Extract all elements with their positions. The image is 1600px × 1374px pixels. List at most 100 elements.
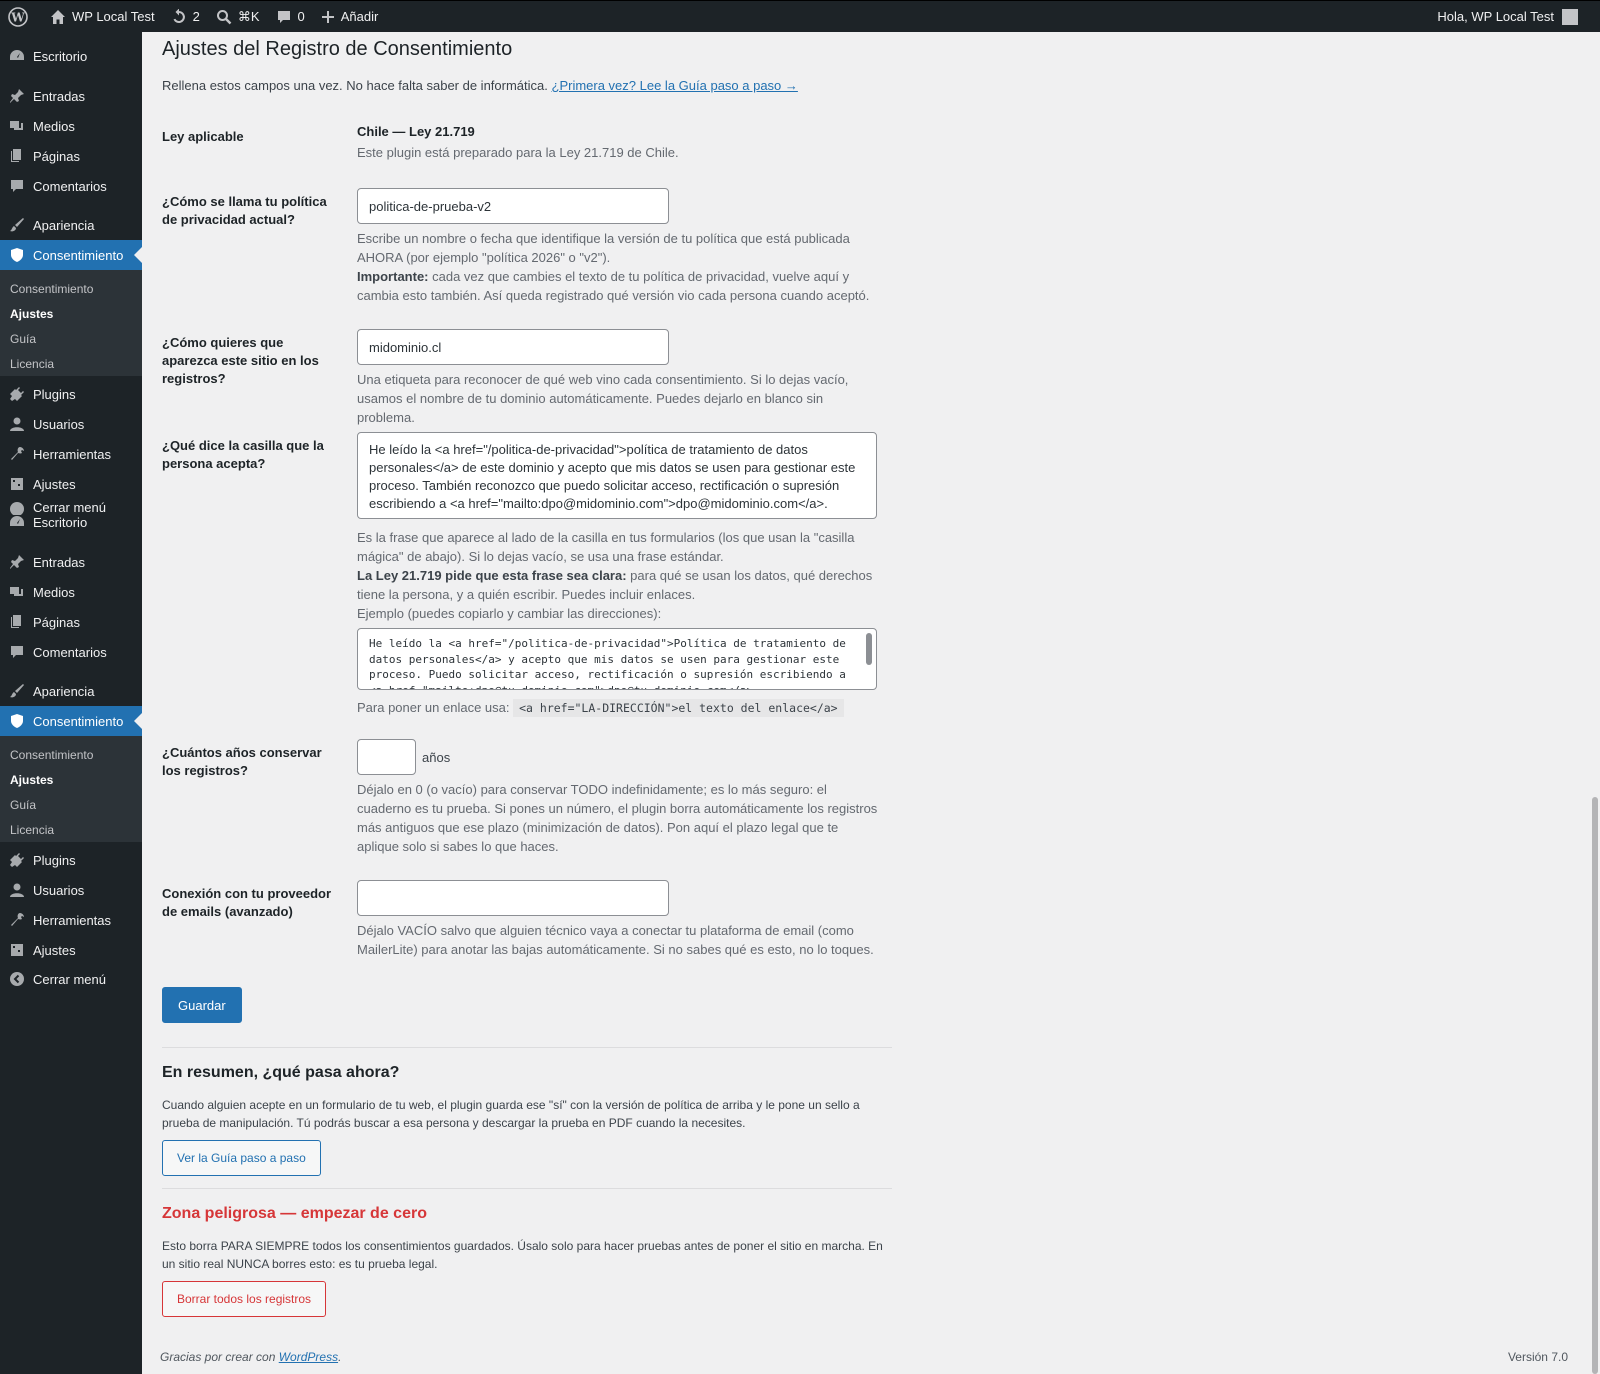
submenu-item-consentimiento[interactable]: Consentimiento — [0, 742, 142, 767]
menu-ajustes[interactable]: Ajustes — [0, 469, 142, 499]
retention-field: años Déjalo en 0 (o vacío) para conserva… — [357, 739, 882, 856]
dashboard-icon — [10, 50, 24, 60]
search-icon — [216, 9, 232, 24]
submenu-item-guia[interactable]: Guía — [0, 792, 142, 817]
plugin-icon — [10, 853, 24, 867]
menu-apariencia[interactable]: Apariencia — [0, 210, 142, 240]
danger-zone-text: Esto borra PARA SIEMPRE todos los consen… — [162, 1239, 883, 1271]
search-shortcut: ⌘K — [237, 8, 260, 24]
example-code: He leído la <a href="/politica-de-privac… — [369, 637, 846, 690]
footer-version: Versión 7.0 — [1507, 1350, 1568, 1364]
menu-escritorio[interactable]: Escritorio — [0, 41, 142, 71]
menu-entradas[interactable]: Entradas — [0, 81, 142, 111]
menu-herramientas[interactable]: Herramientas — [0, 439, 142, 469]
site-label-input[interactable]: midominio.cl — [357, 329, 669, 365]
checkbox-text-textarea[interactable]: He leído la <a href="/politica-de-privac… — [357, 432, 877, 519]
menu-herramientas[interactable]: Herramientas — [0, 905, 142, 935]
media-icon — [10, 121, 23, 130]
delete-all-records-button[interactable]: Borrar todos los registros — [162, 1281, 327, 1317]
submenu-item-consentimiento[interactable]: Consentimiento — [0, 276, 142, 301]
submenu-item-ajustes[interactable]: Ajustes — [0, 301, 142, 326]
plugin-icon — [10, 387, 24, 401]
menu-consentimiento[interactable]: Consentimiento — [0, 706, 142, 736]
link-hint: Para poner un enlace usa: <a href="LA-DI… — [357, 698, 887, 718]
updates-link[interactable]: 2 — [163, 1, 208, 33]
checkbox-desc-text: Es la frase que aparece al lado de la ca… — [357, 530, 855, 564]
menu-medios[interactable]: Medios — [0, 577, 142, 607]
account-menu[interactable]: Hola, WP Local Test — [1437, 8, 1600, 25]
site-label-description: Una etiqueta para reconocer de qué web v… — [357, 372, 849, 425]
email-provider-input[interactable] — [357, 880, 669, 916]
wordpress-icon: W — [8, 6, 28, 27]
pages-icon — [11, 615, 21, 628]
example-scrollbar[interactable] — [866, 633, 872, 665]
shield-icon — [11, 714, 23, 728]
menu-label: Plugins — [33, 852, 76, 868]
menu-label: Páginas — [33, 614, 80, 630]
menu-consentimiento[interactable]: Consentimiento — [0, 240, 142, 270]
menu-label: Medios — [33, 118, 75, 134]
policy-desc-text-2: cada vez que cambies el texto de tu polí… — [357, 269, 870, 303]
menu-entradas[interactable]: Entradas — [0, 547, 142, 577]
page-scrollbar[interactable] — [1590, 32, 1600, 1374]
dashboard-icon — [10, 516, 24, 526]
settings-icon — [11, 478, 23, 490]
admin-sidebar: Escritorio Entradas Medios Páginas Comen… — [0, 32, 142, 1374]
svg-text:W: W — [10, 10, 25, 24]
wordpress-link[interactable]: WordPress — [279, 1350, 338, 1364]
divider — [162, 1047, 892, 1048]
user-icon — [10, 883, 24, 897]
menu-ajustes[interactable]: Ajustes — [0, 935, 142, 965]
checkbox-text-field: He leído la <a href="/politica-de-privac… — [357, 432, 887, 718]
link-hint-code: <a href="LA-DIRECCIÓN">el texto del enla… — [513, 699, 844, 717]
menu-label: Usuarios — [33, 882, 85, 898]
menu-comentarios[interactable]: Comentarios — [0, 637, 142, 667]
wordpress-logo[interactable]: W — [0, 1, 42, 33]
submenu-item-ajustes[interactable]: Ajustes — [0, 767, 142, 792]
submenu-item-licencia[interactable]: Licencia — [0, 817, 142, 842]
menu-label: Escritorio — [33, 514, 88, 530]
policy-version-input[interactable]: politica-de-prueba-v2 — [357, 188, 669, 224]
add-new-link[interactable]: Añadir — [313, 1, 387, 33]
comments-count: 0 — [297, 9, 305, 24]
menu-comentarios[interactable]: Comentarios — [0, 171, 142, 201]
example-code-box[interactable]: He leído la <a href="/politica-de-privac… — [357, 628, 877, 690]
submenu-item-guia[interactable]: Guía — [0, 326, 142, 351]
menu-escritorio[interactable]: Escritorio — [0, 507, 142, 537]
menu-cerrar[interactable]: Cerrar menú — [0, 964, 142, 994]
menu-paginas[interactable]: Páginas — [0, 141, 142, 171]
policy-description: Escribe un nombre o fecha que identifiqu… — [357, 229, 882, 305]
menu-usuarios[interactable]: Usuarios — [0, 409, 142, 439]
home-icon — [51, 9, 65, 24]
menu-apariencia[interactable]: Apariencia — [0, 676, 142, 706]
guide-link[interactable]: ¿Primera vez? Lee la Guía paso a paso → — [552, 78, 798, 93]
law-label: Ley aplicable — [162, 129, 244, 144]
search-link[interactable]: ⌘K — [208, 1, 268, 33]
page-title: Ajustes del Registro de Consentimiento — [162, 38, 513, 60]
save-button[interactable]: Guardar — [162, 987, 242, 1023]
menu-label: Ajustes — [33, 942, 76, 958]
page-scrollbar-thumb[interactable] — [1592, 797, 1598, 1374]
menu-label: Herramientas — [33, 446, 112, 462]
submenu-item-licencia[interactable]: Licencia — [0, 351, 142, 376]
menu-paginas[interactable]: Páginas — [0, 607, 142, 637]
plus-icon — [321, 10, 334, 23]
comments-link[interactable]: 0 — [268, 1, 313, 33]
email-provider-field: Déjalo VACÍO salvo que alguien técnico v… — [357, 880, 882, 959]
view-guide-button[interactable]: Ver la Guía paso a paso — [162, 1140, 321, 1176]
wrench-icon — [11, 447, 24, 460]
menu-usuarios[interactable]: Usuarios — [0, 875, 142, 905]
footer-thanks: Gracias por crear con WordPress. — [160, 1350, 341, 1364]
retention-input-row: años — [357, 739, 882, 775]
comment-icon — [11, 646, 23, 658]
menu-label: Comentarios — [33, 644, 107, 660]
site-name-link[interactable]: WP Local Test — [42, 1, 163, 33]
intro-text: Rellena estos campos una vez. No hace fa… — [162, 78, 548, 93]
menu-plugins[interactable]: Plugins — [0, 379, 142, 409]
retention-years-input[interactable] — [357, 739, 416, 775]
menu-label: Escritorio — [33, 48, 88, 64]
menu-medios[interactable]: Medios — [0, 111, 142, 141]
divider — [162, 1188, 892, 1189]
menu-label: Comentarios — [33, 178, 107, 194]
menu-plugins[interactable]: Plugins — [0, 845, 142, 875]
